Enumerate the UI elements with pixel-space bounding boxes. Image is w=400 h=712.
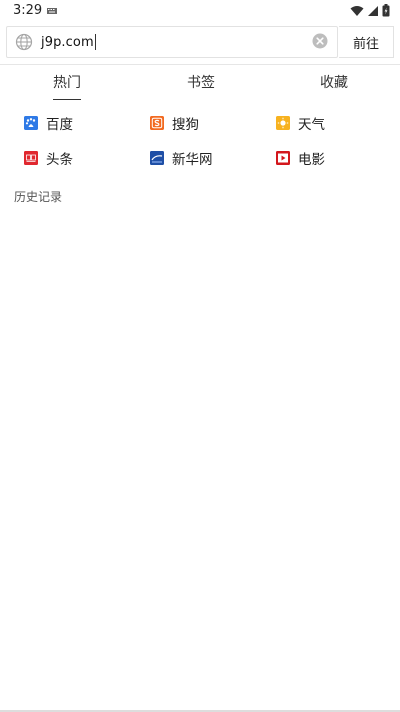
site-label: 头条 (46, 152, 73, 168)
site-label: 百度 (46, 117, 73, 133)
tab-bar: 热门 书签 收藏 (0, 72, 400, 102)
site-baidu[interactable]: 百度 (24, 113, 73, 133)
tab-bookmarks[interactable]: 书签 (187, 72, 215, 92)
site-label: 搜狗 (172, 117, 199, 133)
status-time: 3:29 (13, 3, 43, 18)
sogou-icon (150, 116, 164, 130)
site-label: 天气 (298, 117, 325, 133)
status-bar: 3:29 (0, 0, 400, 24)
site-weather[interactable]: 天气 (276, 113, 325, 133)
site-sogou[interactable]: 搜狗 (150, 113, 199, 133)
signal-icon (368, 5, 378, 16)
wifi-icon (350, 5, 364, 16)
tab-favorites[interactable]: 收藏 (320, 72, 348, 92)
site-label: 电影 (298, 152, 325, 168)
history-title: 历史记录 (14, 190, 63, 204)
globe-icon (15, 33, 33, 51)
battery-icon (382, 4, 390, 17)
site-label: 新华网 (172, 152, 213, 168)
url-input[interactable]: j9p.com (6, 26, 338, 58)
url-bar: j9p.com 前往 (6, 26, 394, 58)
text-caret (94, 34, 96, 50)
status-icons (350, 4, 390, 17)
clear-icon[interactable] (312, 33, 328, 49)
keyboard-icon (47, 8, 57, 14)
site-xinhua[interactable]: 新华网 (150, 148, 213, 168)
divider (0, 64, 400, 65)
weather-icon (276, 116, 290, 130)
tab-hot[interactable]: 热门 (53, 72, 81, 100)
toutiao-icon (24, 151, 38, 165)
site-movie[interactable]: 电影 (276, 148, 325, 168)
url-text: j9p.com (41, 34, 94, 50)
movie-icon (276, 151, 290, 165)
site-toutiao[interactable]: 头条 (24, 148, 73, 168)
xinhua-icon (150, 151, 164, 165)
baidu-icon (24, 116, 38, 130)
go-button[interactable]: 前往 (339, 26, 394, 58)
